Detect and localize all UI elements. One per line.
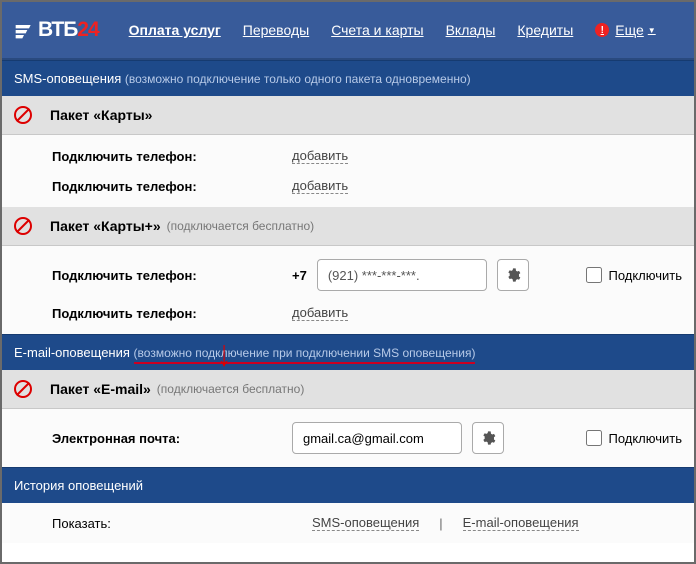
nav-transfers[interactable]: Переводы — [243, 22, 309, 38]
package-cardsplus-header: Пакет «Карты+» (подключается бесплатно) — [2, 207, 694, 246]
email-input[interactable] — [292, 422, 462, 454]
sms-section-note: (возможно подключение только одного паке… — [125, 72, 471, 86]
phone-prefix: +7 — [292, 268, 307, 283]
history-sms-link[interactable]: SMS-оповещения — [312, 515, 419, 531]
history-email-link[interactable]: E-mail-оповещения — [463, 515, 579, 531]
connect-label: Подключить — [608, 431, 682, 446]
connect-group: Подключить — [586, 267, 682, 283]
phone-label: Подключить телефон: — [52, 306, 292, 321]
email-section-title: E-mail-оповещения — [14, 345, 130, 360]
email-section-note: (возможно подключение при подключении SM… — [134, 346, 476, 364]
gear-icon — [480, 430, 496, 446]
phone-settings-button[interactable] — [497, 259, 529, 291]
add-phone-link[interactable]: добавить — [292, 148, 348, 164]
package-cards-header: Пакет «Карты» — [2, 96, 694, 135]
package-email-body: Электронная почта: Подключить — [2, 409, 694, 467]
phone-group: +7 — [292, 259, 529, 291]
forbidden-icon — [14, 217, 32, 235]
alert-icon: ! — [595, 23, 609, 37]
connect-checkbox[interactable] — [586, 430, 602, 446]
package-email-title: Пакет «E-mail» — [50, 381, 151, 397]
phone-label: Подключить телефон: — [52, 179, 292, 194]
phone-input[interactable] — [317, 259, 487, 291]
connect-group: Подключить — [586, 430, 682, 446]
nav-accounts[interactable]: Счета и карты — [331, 22, 423, 38]
history-body: Показать: SMS-оповещения | E-mail-оповещ… — [2, 503, 694, 543]
email-label: Электронная почта: — [52, 431, 292, 446]
email-settings-button[interactable] — [472, 422, 504, 454]
form-row: Подключить телефон: +7 Подключить — [2, 252, 694, 298]
nav-payments[interactable]: Оплата услуг — [129, 22, 221, 38]
form-row: Подключить телефон: добавить — [2, 171, 694, 201]
connect-label: Подключить — [608, 268, 682, 283]
package-email-header: Пакет «E-mail» (подключается бесплатно) — [2, 370, 694, 409]
phone-label: Подключить телефон: — [52, 149, 292, 164]
history-title: История оповещений — [14, 478, 143, 493]
package-cards-title: Пакет «Карты» — [50, 107, 152, 123]
package-cardsplus-note: (подключается бесплатно) — [167, 219, 315, 233]
package-email-note: (подключается бесплатно) — [157, 382, 305, 396]
email-group — [292, 422, 504, 454]
separator: | — [439, 516, 442, 531]
sms-section-title: SMS-оповещения — [14, 71, 121, 86]
logo-sub: 24 — [77, 18, 98, 41]
form-row: Подключить телефон: добавить — [2, 298, 694, 328]
form-row: Электронная почта: Подключить — [2, 415, 694, 461]
connect-checkbox[interactable] — [586, 267, 602, 283]
logo-main: ВТБ — [38, 18, 77, 41]
gear-icon — [505, 267, 521, 283]
history-section-header: История оповещений — [2, 467, 694, 503]
sms-section-header: SMS-оповещения (возможно подключение тол… — [2, 60, 694, 96]
package-cardsplus-body: Подключить телефон: +7 Подключить Подклю… — [2, 246, 694, 334]
email-section-header: E-mail-оповещения (возможно подключение … — [2, 334, 694, 370]
phone-label: Подключить телефон: — [52, 268, 292, 283]
logo-text: ВТБ24 — [38, 18, 99, 42]
logo-wing-icon — [14, 20, 34, 40]
main-nav: Оплата услуг Переводы Счета и карты Вкла… — [129, 22, 682, 38]
nav-more[interactable]: ! Еще ▼ — [595, 22, 655, 38]
add-phone-link[interactable]: добавить — [292, 305, 348, 321]
history-show-label: Показать: — [52, 516, 292, 531]
logo: ВТБ24 — [14, 18, 99, 42]
form-row: Подключить телефон: добавить — [2, 141, 694, 171]
nav-more-label: Еще — [615, 22, 644, 38]
add-phone-link[interactable]: добавить — [292, 178, 348, 194]
forbidden-icon — [14, 380, 32, 398]
nav-credits[interactable]: Кредиты — [517, 22, 573, 38]
chevron-down-icon: ▼ — [648, 26, 656, 35]
forbidden-icon — [14, 106, 32, 124]
package-cardsplus-title: Пакет «Карты+» — [50, 218, 161, 234]
nav-deposits[interactable]: Вклады — [446, 22, 496, 38]
package-cards-body: Подключить телефон: добавить Подключить … — [2, 135, 694, 207]
app-header: ВТБ24 Оплата услуг Переводы Счета и карт… — [2, 2, 694, 58]
